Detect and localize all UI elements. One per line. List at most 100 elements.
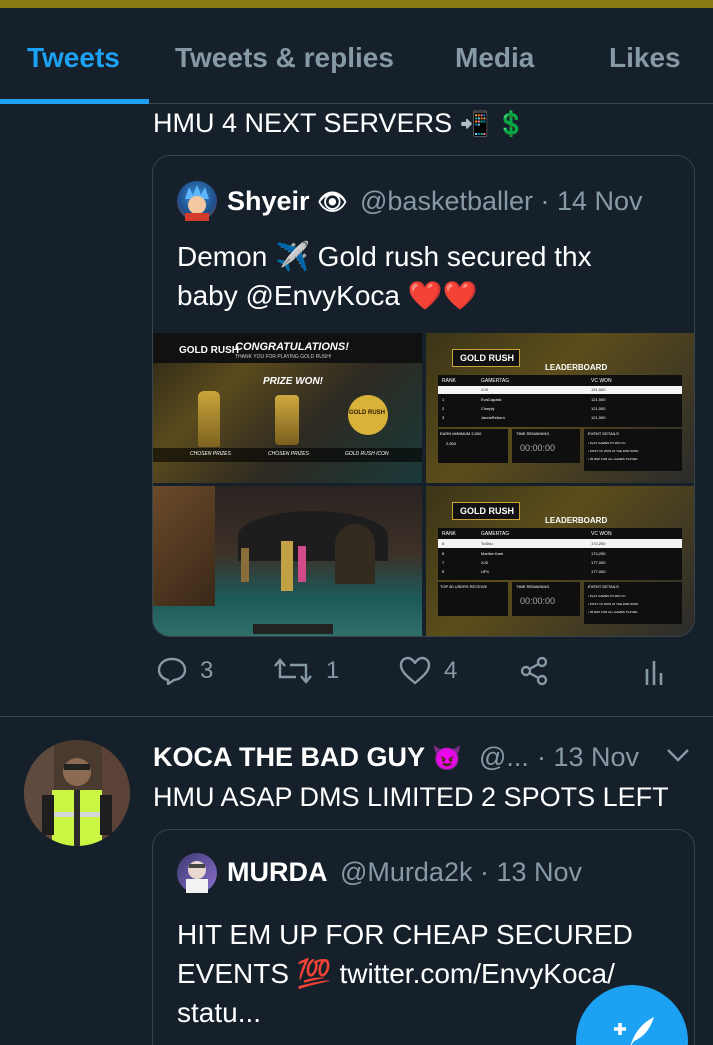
banner-text: CONGRATULATIONS! (235, 341, 349, 353)
tweet-text-content: HMU 4 NEXT SERVERS (153, 108, 453, 138)
quoted-author-name: MURDA (227, 857, 328, 887)
panel-title: TIME REMAINING (516, 431, 550, 436)
quoted-author-name-text: Shyeir (227, 186, 310, 216)
author-handle: @... (479, 742, 529, 772)
avatar-image-icon (185, 185, 209, 221)
media-image-leaderboard-2[interactable]: GOLD RUSH LEADERBOARD RANK GAMERTAG VC W… (426, 486, 694, 636)
table-cell: 8 (442, 551, 445, 556)
like-button[interactable]: 4 (398, 655, 457, 687)
gold-shorts-image (198, 391, 220, 447)
col-header: VC WON (591, 378, 612, 384)
table-cell: UFX (481, 569, 489, 574)
tab-tweets-and-replies[interactable]: Tweets & replies (175, 42, 394, 74)
media-image-prize[interactable]: GOLD RUSH CONGRATULATIONS! THANK YOU FOR… (153, 333, 422, 483)
table-cell: 177,000 (591, 560, 606, 565)
media-grid[interactable]: GOLD RUSH CONGRATULATIONS! THANK YOU FOR… (153, 333, 694, 636)
leaderboard-title: LEADERBOARD (545, 363, 608, 372)
author-name[interactable]: KOCA THE BAD GUY 😈 (153, 742, 462, 773)
table-cell: 2 (442, 406, 445, 411)
gold-rush-logo: GOLD RUSH (460, 506, 514, 516)
table-cell: JannsReborn (481, 415, 505, 420)
col-header: RANK (442, 531, 456, 537)
table-cell: EvaCapaist (481, 397, 502, 402)
timestamp: · 14 Nov (540, 186, 643, 216)
chevron-down-icon[interactable] (665, 746, 691, 769)
avatar[interactable] (24, 740, 130, 846)
compose-feather-icon (614, 1017, 654, 1045)
media-image-game-scene[interactable] (153, 486, 422, 636)
caption: CHOSEN PRIZES (268, 451, 309, 457)
table-cell: 121,500 (591, 397, 606, 402)
gold-rush-badge-text: GOLD RUSH (349, 410, 385, 416)
gold-rush-logo: GOLD RUSH (179, 345, 239, 356)
table-cell: XJ3 (481, 387, 488, 392)
divider (0, 716, 713, 717)
panel-title: TIME REMAINING (516, 584, 550, 589)
col-header: VC WON (591, 531, 612, 537)
detail-line: • PLAY GAMES TO WIN VC. (588, 441, 627, 445)
reply-count: 3 (200, 657, 214, 684)
table-cell: 6 (442, 541, 445, 546)
gold-jersey-image (275, 395, 299, 445)
table-cell: 121,500 (591, 406, 606, 411)
media-image-leaderboard[interactable]: GOLD RUSH LEADERBOARD RANK GAMERTAG VC W… (426, 333, 694, 483)
quoted-tweet-text: Demon ✈️ Gold rush secured thx baby @Env… (177, 237, 592, 315)
tab-tweets[interactable]: Tweets (27, 42, 120, 74)
share-icon (520, 656, 548, 686)
quoted-text-line: Demon ✈️ Gold rush secured thx (177, 241, 592, 272)
panel-title: EVENT DETAILS (588, 584, 619, 589)
caption: CHOSEN PRIZES (190, 451, 231, 457)
table-cell: Marlise Kam (481, 551, 504, 556)
detail-line: • 25 REP FOR ALL GAMES PLAYED. (588, 457, 639, 461)
retweet-button[interactable]: 1 (272, 655, 339, 687)
col-header: GAMERTAG (481, 378, 510, 384)
panel-title: TOP 50 USERS RECEIVE (440, 584, 488, 589)
mural-image (153, 486, 215, 606)
table-cell: 131,500 (591, 387, 606, 392)
table-cell: Cinnply (481, 406, 495, 411)
tab-media[interactable]: Media (455, 42, 534, 74)
table-cell: 174,250 (591, 541, 606, 546)
table-cell: 174,250 (591, 551, 606, 556)
heart-icon (399, 656, 431, 685)
table-cell: 1 (442, 397, 445, 402)
table-cell: XJ3 (481, 560, 488, 565)
col-header: RANK (442, 378, 456, 384)
quoted-text-line: statu... (177, 997, 262, 1028)
reply-button[interactable]: 3 (156, 655, 213, 687)
panel-value: 2,500 (446, 441, 457, 446)
quoted-text-line: baby @EnvyKoca ❤️❤️ (177, 280, 478, 311)
status-strip (0, 0, 713, 8)
avatar[interactable] (177, 853, 217, 893)
tab-likes[interactable]: Likes (609, 42, 681, 74)
analytics-button[interactable] (640, 655, 668, 687)
timer: 00:00:00 (520, 443, 556, 453)
devil-emoji-icon: 😈 (432, 745, 462, 772)
avatar[interactable] (177, 181, 217, 221)
quoted-author-handle: @basketballer · 14 Nov (360, 186, 643, 217)
quoted-tweet[interactable]: Shyeir 👁 @basketballer · 14 Nov Demon ✈️… (152, 155, 695, 637)
profile-tabs: Tweets Tweets & replies Media Likes (0, 8, 713, 104)
tweet-text: HMU ASAP DMS LIMITED 2 SPOTS LEFT (153, 782, 669, 812)
caption: GOLD RUSH ICON (345, 451, 389, 457)
author-name-text: KOCA THE BAD GUY (153, 742, 425, 772)
reply-icon (157, 657, 187, 686)
avatar-image-icon (24, 740, 130, 846)
quoted-text-line: EVENTS 💯 twitter.com/EnvyKoca/ (177, 958, 615, 989)
timestamp: · 13 Nov (537, 742, 640, 772)
tweet-emoji: 📲 💲 (459, 111, 527, 138)
panel-title: EARN MINIMUM 2,500 (440, 431, 482, 436)
like-count: 4 (444, 657, 458, 684)
detail-line: • 25 REP FOR ALL GAMES PLAYED. (588, 610, 639, 614)
quoted-text-line: HIT EM UP FOR CHEAP SECURED (177, 919, 633, 950)
eye-icon: 👁 (317, 189, 348, 216)
table-cell: 9 (442, 569, 445, 574)
leaderboard-title: LEADERBOARD (545, 516, 608, 525)
handle-text: @Murda2k (340, 857, 473, 887)
analytics-icon (645, 661, 663, 685)
banner-subtext: THANK YOU FOR PLAYING GOLD RUSH! (235, 354, 332, 360)
share-button[interactable] (518, 655, 550, 687)
retweet-count: 1 (326, 657, 340, 684)
detail-line: • POST VC WON AT THE END WINS. (588, 449, 639, 453)
table-cell: 7 (442, 560, 445, 565)
